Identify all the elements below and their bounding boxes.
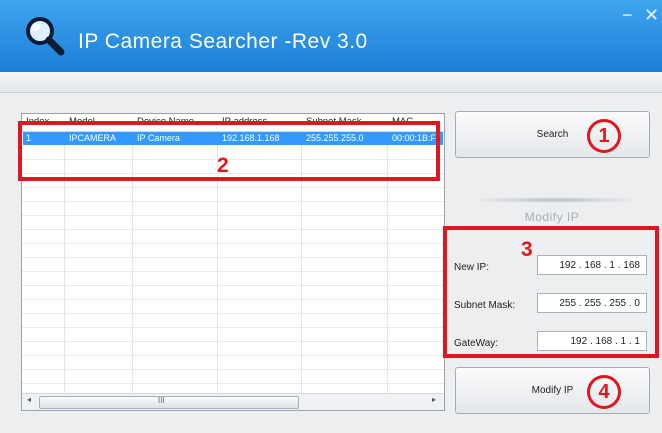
modify-ip-heading: Modify IP [524,210,580,224]
toolbar-strip [0,72,662,93]
row-divider [22,299,444,300]
app-title: IP Camera Searcher -Rev 3.0 [78,30,368,53]
row-divider [22,313,444,314]
row-divider [22,341,444,342]
annotation-circle-4: 4 [587,375,621,409]
minimize-button[interactable]: − [622,6,633,24]
scroll-right-arrow-icon[interactable]: ▸ [432,395,436,404]
annotation-box-3 [443,226,659,358]
row-divider [22,257,444,258]
row-divider [22,243,444,244]
row-divider [22,271,444,272]
row-divider [22,229,444,230]
modify-divider [470,197,640,203]
search-button-label: Search [536,129,569,140]
scroll-left-arrow-icon[interactable]: ◂ [27,395,31,404]
row-divider [22,327,444,328]
annotation-box-2 [18,121,440,181]
row-divider [22,201,444,202]
scroll-grip-icon: III [158,396,165,405]
annotation-number-3: 3 [521,238,533,261]
row-divider [22,355,444,356]
scrollbar-thumb[interactable]: III [39,396,299,409]
modify-ip-button-label: Modify IP [531,385,574,396]
annotation-circle-1: 1 [587,119,621,153]
horizontal-scrollbar[interactable]: ◂ III ▸ [22,393,444,410]
close-button[interactable]: ✕ [644,6,659,24]
row-divider [22,383,444,384]
row-divider [22,187,444,188]
title-bar: IP Camera Searcher -Rev 3.0 − ✕ [0,0,662,72]
annotation-number-2: 2 [217,154,229,177]
magnifier-icon [26,17,65,56]
row-divider [22,369,444,370]
row-divider [22,215,444,216]
row-divider [22,285,444,286]
